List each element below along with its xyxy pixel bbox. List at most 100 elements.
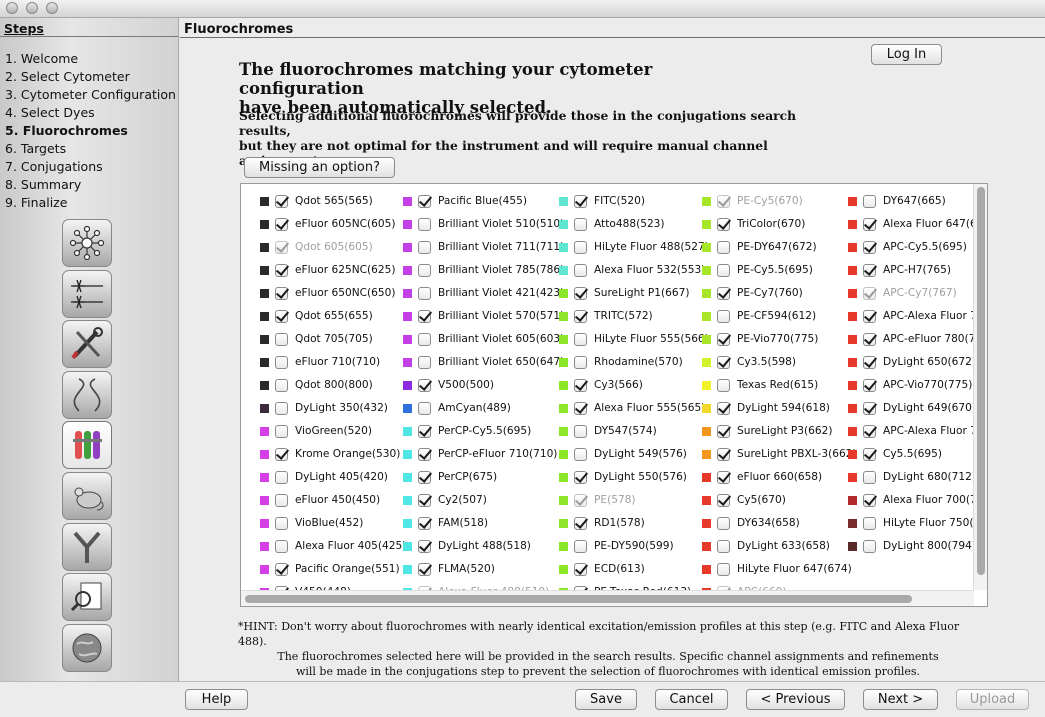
fluorochrome-checkbox[interactable] [275, 493, 288, 507]
fluorochrome-checkbox[interactable] [717, 562, 730, 576]
fluorochrome-checkbox[interactable] [418, 424, 431, 438]
fluorochrome-item[interactable]: Qdot 565(565) [260, 191, 373, 211]
fluorochrome-checkbox[interactable] [863, 401, 876, 415]
fluorochrome-checkbox[interactable] [418, 263, 431, 277]
fluorochrome-checkbox[interactable] [863, 470, 876, 484]
fluorochrome-item[interactable]: DY547(574) [559, 421, 657, 441]
fluorochrome-item[interactable]: eFluor 650NC(650) [260, 283, 396, 303]
step-item[interactable]: 6. Targets [5, 140, 176, 158]
step-item[interactable]: 7. Conjugations [5, 158, 176, 176]
fluorochrome-checkbox[interactable] [418, 378, 431, 392]
fluorochrome-item[interactable]: eFluor 625NC(625) [260, 260, 396, 280]
fluorochrome-checkbox[interactable] [863, 332, 876, 346]
fluorochrome-item[interactable]: APC-Vio770(775) [848, 375, 972, 395]
fluorochrome-item[interactable]: eFluor 660(658) [702, 467, 822, 487]
step-item[interactable]: 8. Summary [5, 176, 176, 194]
fluorochrome-checkbox[interactable] [418, 562, 431, 576]
fluorochrome-item[interactable]: Cy3.5(598) [702, 352, 796, 372]
fluorochrome-item[interactable]: Alexa Fluor 555(565) [559, 398, 705, 418]
fluorochrome-checkbox[interactable] [574, 401, 587, 415]
fluorochrome-item[interactable]: RD1(578) [559, 513, 645, 533]
fluorochrome-item[interactable]: Texas Red(615) [702, 375, 818, 395]
fluorochrome-item[interactable]: DyLight 549(576) [559, 444, 687, 464]
fluorochrome-checkbox[interactable] [275, 424, 288, 438]
fluorochrome-checkbox[interactable] [717, 286, 730, 300]
step-item[interactable]: 3. Cytometer Configuration [5, 86, 176, 104]
fluorochrome-checkbox[interactable] [418, 447, 431, 461]
fluorochrome-checkbox[interactable] [275, 194, 288, 208]
fluorochrome-item[interactable]: PE-CF594(612) [702, 306, 816, 326]
fluorochrome-checkbox[interactable] [574, 447, 587, 461]
fluorochrome-checkbox[interactable] [863, 263, 876, 277]
fluorochrome-item[interactable]: PE-Cy7(760) [702, 283, 803, 303]
fluorochrome-checkbox[interactable] [574, 217, 587, 231]
fluorochrome-checkbox[interactable] [418, 470, 431, 484]
globe-icon[interactable] [62, 623, 112, 672]
fluorochrome-item[interactable]: V450(448) [260, 582, 351, 590]
fluorochrome-item[interactable]: Alexa Fluor 647(668) [848, 214, 974, 234]
fluorochrome-checkbox[interactable] [574, 539, 587, 553]
minimize-window-button[interactable] [26, 2, 38, 14]
fluorochrome-checkbox[interactable] [574, 562, 587, 576]
fluorochrome-item[interactable]: APC-eFluor 780(780) [848, 329, 974, 349]
fluorochrome-checkbox[interactable] [574, 355, 587, 369]
fluorochrome-item[interactable]: Brilliant Violet 711(711) [403, 237, 564, 257]
fluorochrome-checkbox[interactable] [418, 309, 431, 323]
fluorochrome-checkbox[interactable] [717, 470, 730, 484]
fluorochrome-item[interactable]: eFluor 450(450) [260, 490, 380, 510]
tools-icon[interactable] [62, 320, 112, 369]
missing-option-button[interactable]: Missing an option? [244, 157, 395, 178]
fluorochrome-checkbox[interactable] [418, 355, 431, 369]
fluorochrome-checkbox[interactable] [275, 401, 288, 415]
fluorochrome-item[interactable]: PerCP-Cy5.5(695) [403, 421, 531, 441]
dna-icon[interactable] [62, 370, 112, 419]
fluorochrome-checkbox[interactable] [717, 240, 730, 254]
magnifier-document-icon[interactable] [62, 573, 112, 622]
fluorochrome-checkbox[interactable] [574, 263, 587, 277]
fluorochrome-checkbox[interactable] [418, 217, 431, 231]
fluorochrome-checkbox[interactable] [863, 309, 876, 323]
fluorochrome-item[interactable]: DyLight 680(712) [848, 467, 974, 487]
fluorochrome-checkbox[interactable] [863, 355, 876, 369]
fluorochrome-item[interactable]: HiLyte Fluor 647(674) [702, 559, 852, 579]
previous-button[interactable]: < Previous [746, 689, 845, 710]
fluorochrome-checkbox[interactable] [863, 194, 876, 208]
fluorochrome-item[interactable]: PE-DY647(672) [702, 237, 817, 257]
fluorochrome-item[interactable]: FAM(518) [403, 513, 488, 533]
fluorochrome-item[interactable]: V500(500) [403, 375, 494, 395]
fluorochrome-checkbox[interactable] [574, 309, 587, 323]
fluorochrome-item[interactable]: Pacific Blue(455) [403, 191, 527, 211]
fluorochrome-item[interactable]: Alexa Fluor 700(723) [848, 490, 974, 510]
fluorochrome-checkbox[interactable] [863, 424, 876, 438]
fluorochrome-checkbox[interactable] [275, 470, 288, 484]
fluorochrome-item[interactable]: SureLight P1(667) [559, 283, 690, 303]
fluorochrome-item[interactable]: ECD(613) [559, 559, 645, 579]
fluorochrome-checkbox[interactable] [275, 263, 288, 277]
fluorochrome-item[interactable]: Brilliant Violet 605(603) [403, 329, 564, 349]
fluorochrome-item[interactable]: PE-Vio770(775) [702, 329, 818, 349]
fluorochrome-checkbox[interactable] [717, 401, 730, 415]
fluorochrome-checkbox[interactable] [418, 240, 431, 254]
fluorochrome-item[interactable]: PE-DY590(599) [559, 536, 674, 556]
fluorochrome-item[interactable]: PE-Cy5.5(695) [702, 260, 813, 280]
mouse-icon[interactable] [62, 471, 112, 520]
horizontal-scroll-thumb[interactable] [245, 595, 912, 603]
fluorochrome-checkbox[interactable] [717, 424, 730, 438]
fluorochrome-item[interactable]: DY647(665) [848, 191, 946, 211]
fluorochrome-checkbox[interactable] [574, 194, 587, 208]
horizontal-scrollbar[interactable] [241, 590, 974, 606]
fluorochrome-checkbox[interactable] [275, 217, 288, 231]
fluorochrome-item[interactable]: Brilliant Violet 421(423) [403, 283, 564, 303]
fluorochrome-item[interactable]: Brilliant Violet 510(510) [403, 214, 564, 234]
fluorochrome-item[interactable]: PerCP(675) [403, 467, 497, 487]
vertical-scrollbar[interactable] [973, 184, 987, 590]
fluorochrome-item[interactable]: FITC(520) [559, 191, 645, 211]
fluorochrome-item[interactable]: FLMA(520) [403, 559, 495, 579]
fluorochrome-item[interactable]: Krome Orange(530) [260, 444, 400, 464]
fluorochrome-checkbox[interactable] [717, 263, 730, 277]
fluorochrome-item[interactable]: SureLight PBXL-3(662) [702, 444, 857, 464]
fluorochrome-checkbox[interactable] [275, 355, 288, 369]
fluorochrome-checkbox[interactable] [717, 447, 730, 461]
fluorochrome-checkbox[interactable] [717, 309, 730, 323]
fluorochrome-checkbox[interactable] [863, 539, 876, 553]
